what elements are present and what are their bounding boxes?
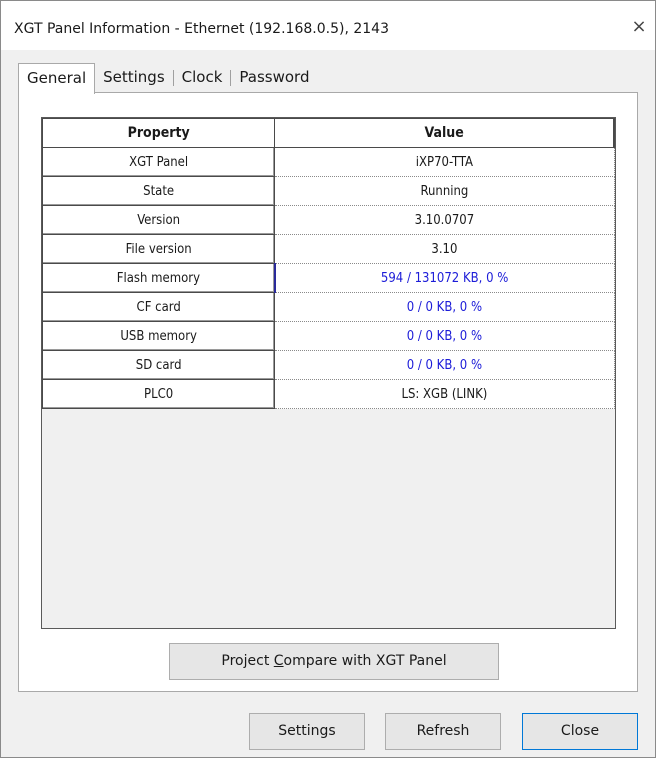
table-row[interactable]: CF card 0 / 0 KB, 0 % <box>42 292 615 322</box>
general-tab-panel: Property Value XGT Panel iXP70-TTA State… <box>18 92 638 692</box>
property-cell: Flash memory <box>42 263 276 293</box>
settings-button[interactable]: Settings <box>249 713 365 750</box>
tab-strip: General Settings Clock Password <box>18 63 318 94</box>
value-cell: LS: XGB (LINK) <box>274 379 615 409</box>
column-header-property[interactable]: Property <box>42 118 276 148</box>
project-compare-button[interactable]: Project Compare with XGT Panel <box>169 643 499 680</box>
compare-label-suffix: ompare with XGT Panel <box>283 653 447 669</box>
dialog-window: XGT Panel Information - Ethernet (192.16… <box>0 0 656 758</box>
close-button[interactable]: Close <box>522 713 638 750</box>
value-cell: 0 / 0 KB, 0 % <box>274 350 615 380</box>
property-cell: State <box>42 176 276 206</box>
tab-clock[interactable]: Clock <box>174 63 231 93</box>
tab-password[interactable]: Password <box>231 63 317 93</box>
column-header-value[interactable]: Value <box>274 118 615 148</box>
value-cell: 3.10 <box>274 234 615 264</box>
close-icon[interactable]: × <box>629 17 649 37</box>
window-title: XGT Panel Information - Ethernet (192.16… <box>14 21 389 37</box>
property-grid[interactable]: Property Value XGT Panel iXP70-TTA State… <box>41 117 616 629</box>
table-row[interactable]: Flash memory 594 / 131072 KB, 0 % <box>42 263 615 293</box>
property-cell: Version <box>42 205 276 235</box>
table-row[interactable]: XGT Panel iXP70-TTA <box>42 147 615 177</box>
tab-general[interactable]: General <box>18 63 96 94</box>
value-cell: 0 / 0 KB, 0 % <box>274 321 615 351</box>
compare-label-mnemonic: C <box>273 653 284 669</box>
property-cell: USB memory <box>42 321 276 351</box>
table-row[interactable]: File version 3.10 <box>42 234 615 264</box>
property-cell: File version <box>42 234 276 264</box>
table-row[interactable]: Version 3.10.0707 <box>42 205 615 235</box>
property-cell: CF card <box>42 292 276 322</box>
tab-settings[interactable]: Settings <box>95 63 173 93</box>
table-row[interactable]: USB memory 0 / 0 KB, 0 % <box>42 321 615 351</box>
value-cell: 0 / 0 KB, 0 % <box>274 292 615 322</box>
table-row[interactable]: State Running <box>42 176 615 206</box>
property-cell: SD card <box>42 350 276 380</box>
compare-label-prefix: Project <box>221 653 274 669</box>
value-cell: 594 / 131072 KB, 0 % <box>273 263 615 293</box>
refresh-button[interactable]: Refresh <box>385 713 501 750</box>
value-cell: 3.10.0707 <box>274 205 615 235</box>
value-cell: iXP70-TTA <box>274 147 615 177</box>
property-cell: PLC0 <box>42 379 276 409</box>
value-cell: Running <box>274 176 615 206</box>
table-row[interactable]: PLC0 LS: XGB (LINK) <box>42 379 615 409</box>
table-row[interactable]: SD card 0 / 0 KB, 0 % <box>42 350 615 380</box>
title-bar: XGT Panel Information - Ethernet (192.16… <box>1 1 655 50</box>
header-row: Property Value <box>42 118 615 148</box>
property-table: Property Value XGT Panel iXP70-TTA State… <box>42 118 615 409</box>
property-cell: XGT Panel <box>42 147 276 177</box>
